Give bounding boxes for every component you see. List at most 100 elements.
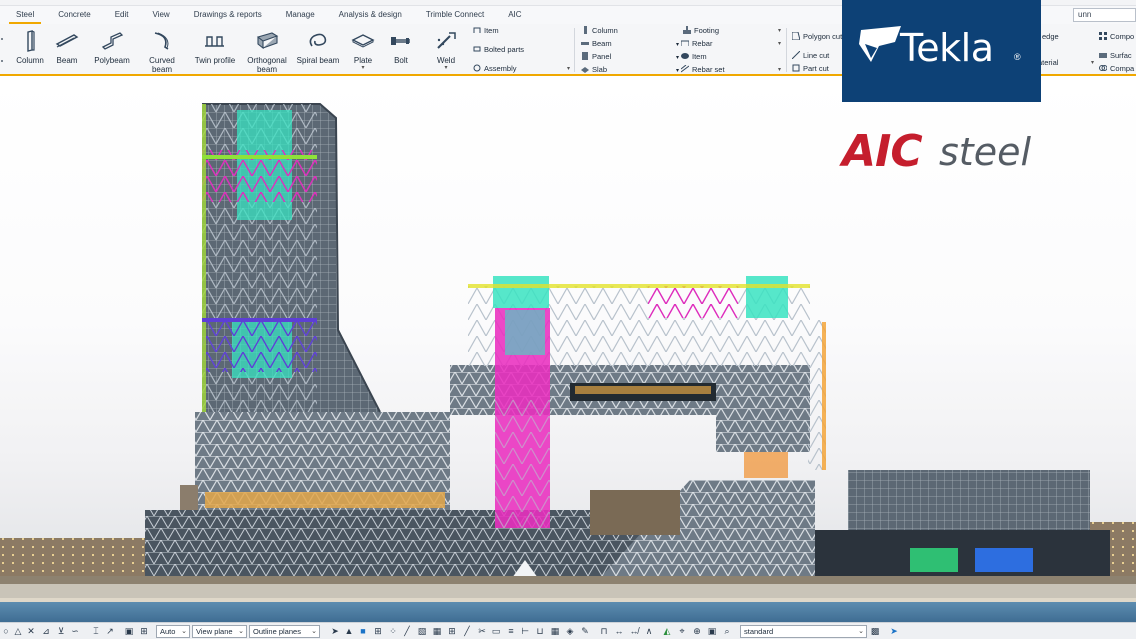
pencil-icon[interactable]: ✎ — [580, 626, 590, 636]
polygon-cut-button[interactable]: Polygon cut — [792, 31, 842, 43]
water — [0, 602, 1136, 622]
compare-icon — [1099, 65, 1107, 71]
line-cut-button[interactable]: Line cut — [792, 50, 829, 62]
assembly-button[interactable]: Assembly ▾ — [473, 63, 570, 75]
bolted-parts-button[interactable]: Bolted parts — [473, 44, 524, 56]
target-icon[interactable]: ⊕ — [692, 626, 702, 636]
beam-button[interactable]: Beam — [45, 30, 89, 65]
tab-drawings-reports[interactable]: Drawings & reports — [187, 6, 269, 24]
concrete-beam-button[interactable]: Beam — [581, 38, 612, 50]
equal-icon[interactable]: ≡ — [506, 626, 516, 636]
horizontal-arrows-icon[interactable]: ↔ — [614, 626, 624, 636]
snap-icon[interactable]: ⌖ — [677, 626, 687, 636]
bridge-highlight — [744, 452, 788, 478]
tab-view[interactable]: View — [146, 6, 177, 24]
square-icon[interactable]: ■ — [358, 626, 368, 636]
dots-icon[interactable]: ⁘ — [388, 626, 398, 636]
crossing-icon[interactable]: ⌶ — [91, 626, 101, 636]
orthogonal-beam-icon — [256, 32, 279, 50]
grid-icon[interactable]: ⊞ — [447, 626, 457, 636]
twin-profile-button[interactable]: Twin profile — [193, 30, 237, 65]
bracket-icon[interactable]: ⊔ — [535, 626, 545, 636]
material-button[interactable]: aterial ▾ — [1038, 57, 1094, 69]
rebar-set-button[interactable]: ▾ Rebar set ▾ — [676, 64, 781, 76]
edge-button[interactable]: edge — [1042, 31, 1059, 43]
tab-analysis-design[interactable]: Analysis & design — [332, 6, 409, 24]
grid-icon[interactable]: ▩ — [870, 626, 880, 636]
pointer-icon[interactable]: ➤ — [889, 626, 899, 636]
part-cut-button[interactable]: Part cut — [792, 63, 829, 75]
arrow-up-icon[interactable]: ▲ — [344, 626, 354, 636]
compare-button[interactable]: Compa — [1099, 63, 1134, 75]
circle-select-icon[interactable]: ○ — [1, 626, 11, 636]
close-icon[interactable]: ✕ — [26, 626, 36, 636]
concrete-slab-button[interactable]: Slab — [581, 64, 607, 76]
cube-icon[interactable]: ▧ — [417, 626, 427, 636]
ribbon-scroll-handle[interactable] — [0, 32, 4, 68]
split-icon[interactable]: ↮ — [629, 626, 639, 636]
frame-icon[interactable]: ⊓ — [599, 626, 609, 636]
tab-trimble-connect[interactable]: Trimble Connect — [419, 6, 491, 24]
angle-icon[interactable]: ∧ — [644, 626, 654, 636]
polybeam-button[interactable]: Polybeam — [90, 30, 134, 65]
cut-icon[interactable]: ✂ — [477, 626, 487, 636]
search-input[interactable]: unn — [1073, 8, 1136, 22]
polygon-cut-icon — [792, 32, 800, 40]
orthogonal-beam-button[interactable]: Orthogonal beam — [245, 30, 289, 74]
tab-steel[interactable]: Steel — [9, 6, 42, 24]
filter-icon[interactable]: ⊻ — [56, 626, 66, 636]
ribbon-separator — [574, 28, 575, 72]
triangle-icon[interactable]: △ — [13, 626, 23, 636]
grid-icon[interactable]: ▦ — [550, 626, 560, 636]
curve-icon[interactable]: ∽ — [70, 626, 80, 636]
tower-truss-violet — [202, 318, 317, 372]
concrete-panel-icon — [582, 52, 588, 60]
grid-icon[interactable]: ▦ — [432, 626, 442, 636]
ribbon-separator — [786, 28, 787, 72]
outline-planes-select[interactable]: Outline planes ⌄ — [249, 625, 320, 638]
right-building-light — [975, 548, 1033, 572]
tab-edit[interactable]: Edit — [108, 6, 136, 24]
steel-item-button[interactable]: Item — [473, 25, 499, 37]
right-building-base — [815, 530, 1110, 578]
curved-beam-button[interactable]: Curved beam — [140, 30, 184, 74]
concrete-item-button[interactable]: ▾ Item — [676, 51, 707, 63]
rectangle-icon[interactable]: ▭ — [491, 626, 501, 636]
concrete-panel-button[interactable]: Panel — [581, 51, 611, 63]
grid-icon[interactable]: ⊞ — [373, 626, 383, 636]
layers-icon[interactable]: ◈ — [565, 626, 575, 636]
beam-icon — [55, 34, 79, 48]
pointer-icon[interactable]: ➤ — [330, 626, 340, 636]
surface-button[interactable]: Surfac — [1099, 50, 1132, 62]
footing-button[interactable]: Footing ▾ — [683, 25, 781, 37]
magenta-core-highlight — [505, 310, 545, 355]
column-icon — [27, 30, 35, 52]
rectangle-icon[interactable]: ▣ — [707, 626, 717, 636]
bridge-edge-orange — [822, 322, 826, 470]
spiral-beam-button[interactable]: Spiral beam — [296, 30, 340, 65]
line-icon[interactable]: ╱ — [402, 626, 412, 636]
line-icon[interactable]: ╱ — [462, 626, 472, 636]
auto-select[interactable]: Auto ⌄ — [156, 625, 190, 638]
arrow-icon[interactable]: ↗ — [105, 626, 115, 636]
component-button[interactable]: Compo — [1099, 31, 1134, 43]
align-icon[interactable]: ⊢ — [520, 626, 530, 636]
standard-select[interactable]: standard ⌄ — [740, 625, 867, 638]
podium-side — [180, 485, 198, 510]
view-plane-select[interactable]: View plane ⌄ — [192, 625, 247, 638]
tab-manage[interactable]: Manage — [279, 6, 322, 24]
part-cut-icon — [792, 64, 800, 72]
tab-concrete[interactable]: Concrete — [51, 6, 97, 24]
bolt-button[interactable]: Bolt — [379, 30, 423, 65]
concrete-column-button[interactable]: Column — [581, 25, 618, 37]
bolted-parts-icon — [473, 46, 481, 52]
tab-aic[interactable]: AIC — [501, 6, 528, 24]
zoom-icon[interactable]: ⌕ — [722, 626, 732, 636]
weld-icon — [437, 32, 456, 49]
grid-select-icon[interactable]: ⊞ — [139, 626, 149, 636]
rebar-button[interactable]: ▾ Rebar ▾ — [676, 38, 781, 50]
snap-icon[interactable]: ⊿ — [41, 626, 51, 636]
weld-button[interactable]: Weld ▾ — [424, 30, 468, 71]
green-angle-icon[interactable]: ◭ — [662, 626, 672, 636]
select-box-icon[interactable]: ▣ — [124, 626, 134, 636]
